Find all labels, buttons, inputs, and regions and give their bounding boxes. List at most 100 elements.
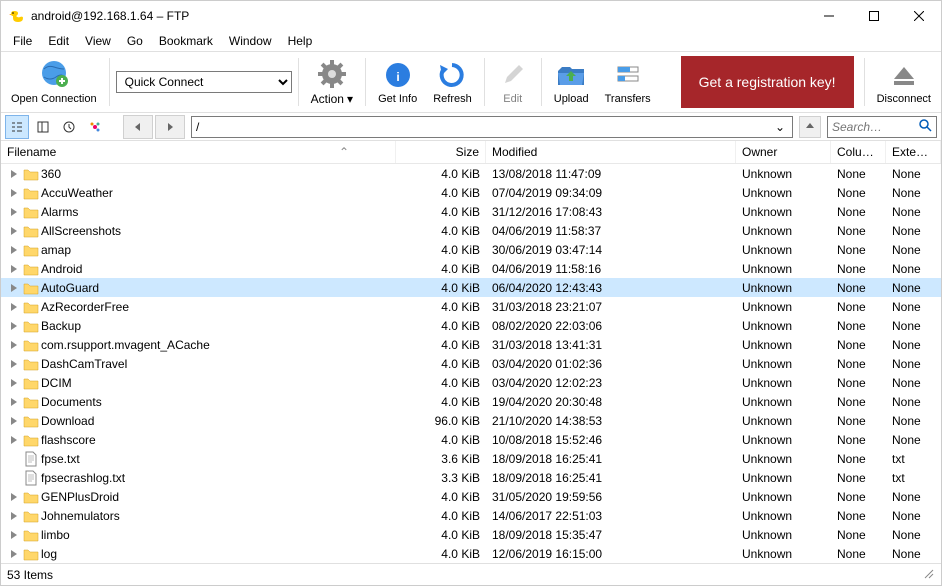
nav-back-button[interactable] (123, 115, 153, 139)
expand-icon[interactable] (7, 246, 21, 254)
nav-up-button[interactable] (799, 116, 821, 138)
expand-icon[interactable] (7, 227, 21, 235)
file-row[interactable]: AccuWeather4.0 KiB07/04/2019 09:34:09Unk… (1, 183, 941, 202)
file-owner: Unknown (736, 509, 831, 523)
file-row[interactable]: fpsecrashlog.txt3.3 KiB18/09/2018 16:25:… (1, 468, 941, 487)
column-modified[interactable]: Modified (486, 141, 736, 163)
expand-icon[interactable] (7, 436, 21, 444)
file-row[interactable]: 3604.0 KiB13/08/2018 11:47:09UnknownNone… (1, 164, 941, 183)
column-extension[interactable]: Extensi... (886, 141, 941, 163)
file-row[interactable]: limbo4.0 KiB18/09/2018 15:35:47UnknownNo… (1, 525, 941, 544)
file-size: 4.0 KiB (396, 243, 486, 257)
expand-icon[interactable] (7, 417, 21, 425)
expand-icon[interactable] (7, 284, 21, 292)
file-modified: 03/04/2020 01:02:36 (486, 357, 736, 371)
menu-help[interactable]: Help (280, 32, 321, 50)
view-history-button[interactable] (57, 115, 81, 139)
expand-icon[interactable] (7, 360, 21, 368)
file-row[interactable]: AzRecorderFree4.0 KiB31/03/2018 23:21:07… (1, 297, 941, 316)
path-field[interactable]: / ⌄ (191, 116, 793, 138)
column-owner[interactable]: Owner (736, 141, 831, 163)
file-modified: 06/04/2020 12:43:43 (486, 281, 736, 295)
title-bar: android@192.168.1.64 – FTP (1, 1, 941, 31)
file-row[interactable]: Android4.0 KiB04/06/2019 11:58:16Unknown… (1, 259, 941, 278)
menu-file[interactable]: File (5, 32, 40, 50)
registration-key-button[interactable]: Get a registration key! (681, 56, 854, 108)
get-info-button[interactable]: i Get Info (372, 54, 423, 110)
expand-icon[interactable] (7, 512, 21, 520)
file-list[interactable]: Filename⌃ Size Modified Owner Colum... E… (1, 141, 941, 563)
close-button[interactable] (896, 1, 941, 31)
file-size: 4.0 KiB (396, 547, 486, 561)
open-connection-button[interactable]: Open Connection (5, 54, 103, 110)
file-row[interactable]: amap4.0 KiB30/06/2019 03:47:14UnknownNon… (1, 240, 941, 259)
expand-icon[interactable] (7, 265, 21, 273)
file-modified: 31/12/2016 17:08:43 (486, 205, 736, 219)
view-columns-button[interactable] (31, 115, 55, 139)
folder-icon (23, 318, 39, 334)
file-modified: 10/08/2018 15:52:46 (486, 433, 736, 447)
file-row[interactable]: com.rsupport.mvagent_ACache4.0 KiB31/03/… (1, 335, 941, 354)
maximize-button[interactable] (851, 1, 896, 31)
expand-icon[interactable] (7, 303, 21, 311)
folder-icon (23, 527, 39, 543)
file-size: 4.0 KiB (396, 395, 486, 409)
file-column: None (831, 528, 886, 542)
column-filename[interactable]: Filename⌃ (1, 141, 396, 163)
resize-grip-icon[interactable] (921, 566, 935, 583)
file-modified: 18/09/2018 15:35:47 (486, 528, 736, 542)
minimize-button[interactable] (806, 1, 851, 31)
expand-icon[interactable] (7, 341, 21, 349)
transfers-button[interactable]: Transfers (599, 54, 657, 110)
menu-view[interactable]: View (77, 32, 119, 50)
file-row[interactable]: Johnemulators4.0 KiB14/06/2017 22:51:03U… (1, 506, 941, 525)
view-list-button[interactable] (5, 115, 29, 139)
expand-icon[interactable] (7, 550, 21, 558)
path-dropdown-icon[interactable]: ⌄ (772, 120, 788, 134)
menu-window[interactable]: Window (221, 32, 280, 50)
refresh-button[interactable]: Refresh (427, 54, 478, 110)
action-button[interactable]: Action ▾ (305, 54, 359, 110)
nav-forward-button[interactable] (155, 115, 185, 139)
file-extension: None (886, 414, 941, 428)
menu-go[interactable]: Go (119, 32, 151, 50)
file-extension: None (886, 186, 941, 200)
search-field[interactable] (827, 116, 937, 138)
file-modified: 08/02/2020 22:03:06 (486, 319, 736, 333)
expand-icon[interactable] (7, 322, 21, 330)
file-row[interactable]: flashscore4.0 KiB10/08/2018 15:52:46Unkn… (1, 430, 941, 449)
column-size[interactable]: Size (396, 141, 486, 163)
file-icon (23, 451, 39, 467)
column-column[interactable]: Colum... (831, 141, 886, 163)
search-input[interactable] (832, 120, 918, 134)
quick-connect-select[interactable]: Quick Connect (116, 71, 292, 93)
expand-icon[interactable] (7, 379, 21, 387)
folder-icon (23, 394, 39, 410)
file-row[interactable]: fpse.txt3.6 KiB18/09/2018 16:25:41Unknow… (1, 449, 941, 468)
expand-icon[interactable] (7, 170, 21, 178)
menu-bookmark[interactable]: Bookmark (151, 32, 221, 50)
expand-icon[interactable] (7, 208, 21, 216)
expand-icon[interactable] (7, 398, 21, 406)
file-column: None (831, 395, 886, 409)
disconnect-button[interactable]: Disconnect (871, 54, 937, 110)
expand-icon[interactable] (7, 531, 21, 539)
file-row[interactable]: Documents4.0 KiB19/04/2020 20:30:48Unkno… (1, 392, 941, 411)
file-row[interactable]: DashCamTravel4.0 KiB03/04/2020 01:02:36U… (1, 354, 941, 373)
expand-icon[interactable] (7, 189, 21, 197)
expand-icon[interactable] (7, 493, 21, 501)
file-row[interactable]: GENPlusDroid4.0 KiB31/05/2020 19:59:56Un… (1, 487, 941, 506)
file-row[interactable]: Alarms4.0 KiB31/12/2016 17:08:43UnknownN… (1, 202, 941, 221)
file-row[interactable]: Backup4.0 KiB08/02/2020 22:03:06UnknownN… (1, 316, 941, 335)
file-row[interactable]: log4.0 KiB12/06/2019 16:15:00UnknownNone… (1, 544, 941, 563)
file-row[interactable]: AutoGuard4.0 KiB06/04/2020 12:43:43Unkno… (1, 278, 941, 297)
upload-button[interactable]: Upload (548, 54, 595, 110)
edit-button[interactable]: Edit (491, 54, 535, 110)
file-row[interactable]: Download96.0 KiB21/10/2020 14:38:53Unkno… (1, 411, 941, 430)
view-bonjour-button[interactable] (83, 115, 107, 139)
file-row[interactable]: AllScreenshots4.0 KiB04/06/2019 11:58:37… (1, 221, 941, 240)
file-size: 4.0 KiB (396, 186, 486, 200)
folder-icon (23, 261, 39, 277)
file-row[interactable]: DCIM4.0 KiB03/04/2020 12:02:23UnknownNon… (1, 373, 941, 392)
menu-edit[interactable]: Edit (40, 32, 77, 50)
